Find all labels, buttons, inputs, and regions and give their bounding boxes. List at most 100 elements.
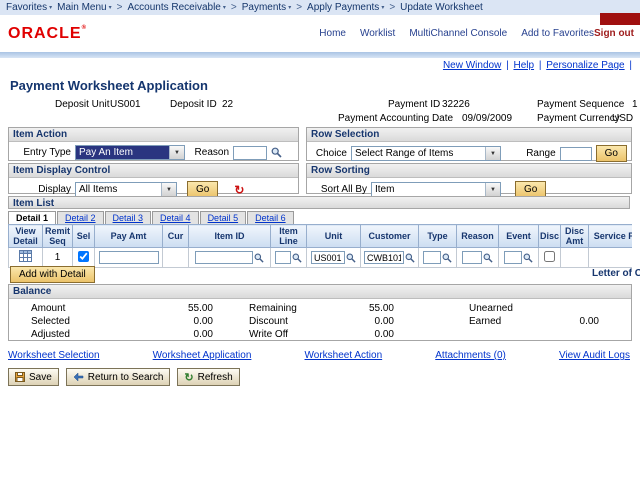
link-worklist[interactable]: Worklist (360, 28, 395, 39)
tab-detail-5[interactable]: Detail 5 (200, 211, 247, 224)
link-new-window[interactable]: New Window (443, 60, 501, 71)
sort-all-by-select[interactable]: Item ▼ (371, 182, 501, 197)
utility-links: New Window | Help | Personalize Page | (441, 60, 632, 71)
disc-amt-cell (561, 248, 589, 268)
event-input[interactable] (504, 251, 522, 264)
customer-lookup-icon[interactable] (405, 253, 415, 263)
display-select[interactable]: All Items ▼ (75, 182, 177, 197)
breadcrumb-label: Update Worksheet (400, 2, 483, 13)
item-display-control-title: Item Display Control (9, 164, 298, 178)
service-pur-cell (589, 248, 633, 268)
type-input[interactable] (423, 251, 441, 264)
range-label: Range (526, 148, 555, 159)
breadcrumb-label: Apply Payments (307, 2, 379, 13)
add-with-detail-button[interactable]: Add with Detail (10, 266, 95, 283)
type-lookup-icon[interactable] (442, 253, 452, 263)
tab-detail-1[interactable]: Detail 1 (8, 211, 56, 224)
link-personalize-page[interactable]: Personalize Page (546, 60, 624, 71)
link-multichannel-console[interactable]: MultiChannel Console (409, 28, 507, 39)
range-input[interactable] (560, 147, 592, 161)
menu-main-menu[interactable]: Main Menu ▾ (57, 2, 111, 13)
item-id-lookup-icon[interactable] (254, 253, 264, 263)
unit-lookup-icon[interactable] (346, 253, 356, 263)
link-help[interactable]: Help (513, 60, 534, 71)
tab-detail-2[interactable]: Detail 2 (57, 211, 104, 224)
reason-input[interactable] (233, 146, 267, 160)
adjusted-value: 0.00 (151, 329, 213, 340)
disc-checkbox[interactable] (544, 251, 555, 262)
item-line-lookup-icon[interactable] (292, 253, 302, 263)
choice-selected-value: Select Range of Items (352, 147, 485, 160)
breadcrumb-label: Payments (242, 2, 286, 13)
col-item-line: Item Line (271, 225, 307, 248)
entry-type-label: Entry Type (13, 147, 71, 158)
customer-input[interactable] (364, 251, 404, 264)
refresh-button-label: Refresh (198, 372, 233, 383)
return-to-search-button[interactable]: Return to Search (66, 368, 171, 386)
row-selection-go-button[interactable]: Go (596, 145, 627, 162)
col-pay-amt: Pay Amt (95, 225, 163, 248)
menu-favorites[interactable]: Favorites ▾ (6, 2, 52, 13)
tab-label: Detail 2 (65, 213, 96, 223)
return-search-icon (73, 372, 84, 382)
save-disk-icon (15, 372, 25, 382)
entry-type-select[interactable]: Pay An Item ▼ (75, 145, 185, 160)
link-add-to-favorites[interactable]: Add to Favorites (521, 28, 594, 39)
choice-select[interactable]: Select Range of Items ▼ (351, 146, 501, 161)
balance-box: Balance Amount 55.00 Remaining 55.00 Une… (8, 284, 632, 341)
pay-amt-input[interactable] (99, 251, 159, 264)
breadcrumb-payments[interactable]: Payments ▾ (242, 2, 291, 13)
cur-cell (163, 248, 189, 268)
save-button[interactable]: Save (8, 368, 59, 386)
reason-row-lookup-icon[interactable] (483, 253, 493, 263)
breadcrumb-separator: > (231, 2, 237, 13)
reason-lookup-icon[interactable] (271, 147, 282, 158)
reason-row-input[interactable] (462, 251, 482, 264)
tab-detail-6[interactable]: Detail 6 (247, 211, 294, 224)
item-line-input[interactable] (275, 251, 291, 264)
payment-sequence-value: 1 (632, 99, 638, 110)
sel-checkbox[interactable] (78, 251, 89, 262)
save-button-label: Save (29, 372, 52, 383)
detail-tabs: Detail 1 Detail 2 Detail 3 Detail 4 Deta… (8, 211, 295, 224)
balance-row: Amount 55.00 Remaining 55.00 Unearned (9, 302, 631, 315)
entry-type-selected-value: Pay An Item (76, 146, 169, 159)
unearned-label: Unearned (469, 303, 544, 314)
view-detail-grid-icon[interactable] (19, 250, 32, 262)
tab-detail-4[interactable]: Detail 4 (152, 211, 199, 224)
link-worksheet-application[interactable]: Worksheet Application (153, 350, 252, 361)
breadcrumb-separator: > (296, 2, 302, 13)
link-worksheet-action[interactable]: Worksheet Action (305, 350, 383, 361)
link-worksheet-selection[interactable]: Worksheet Selection (8, 350, 100, 361)
link-attachments[interactable]: Attachments (0) (435, 350, 506, 361)
event-lookup-icon[interactable] (523, 253, 533, 263)
refresh-conversion-icon[interactable]: ↻ (234, 184, 244, 196)
chevron-down-icon: ▾ (223, 4, 226, 11)
unit-input[interactable] (311, 251, 345, 264)
breadcrumb-update-worksheet[interactable]: Update Worksheet (400, 2, 483, 13)
chevron-down-icon: ▾ (49, 4, 52, 11)
reason-label: Reason (189, 147, 229, 158)
link-home[interactable]: Home (319, 28, 346, 39)
worksheet-links: Worksheet Selection Worksheet Applicatio… (8, 350, 630, 361)
tab-detail-3[interactable]: Detail 3 (105, 211, 152, 224)
breadcrumb-accounts-receivable[interactable]: Accounts Receivable ▾ (127, 2, 225, 13)
col-view-detail: View Detail (9, 225, 43, 248)
balance-row: Selected 0.00 Discount 0.00 Earned 0.00 (9, 315, 631, 328)
refresh-button[interactable]: ↻ Refresh (177, 368, 239, 386)
menu-main-menu-label: Main Menu (57, 2, 106, 13)
col-service-pur: Service Pur (589, 225, 633, 248)
write-off-value: 0.00 (339, 329, 394, 340)
corner-badge (600, 13, 640, 25)
item-id-input[interactable] (195, 251, 253, 264)
display-selected-value: All Items (76, 183, 161, 196)
grid-header-row: View Detail Remit Seq Sel Pay Amt Cur It… (9, 225, 633, 248)
breadcrumb-apply-payments[interactable]: Apply Payments ▾ (307, 2, 384, 13)
link-view-audit-logs[interactable]: View Audit Logs (559, 350, 630, 361)
payment-currency-label: Payment Currency (537, 113, 620, 124)
chevron-down-icon: ▾ (109, 4, 112, 11)
payment-sequence-label: Payment Sequence (537, 99, 624, 110)
item-display-control-box: Item Display Control Display All Items ▼… (8, 163, 299, 194)
link-sign-out[interactable]: Sign out (594, 28, 634, 39)
refresh-icon: ↻ (184, 371, 193, 384)
